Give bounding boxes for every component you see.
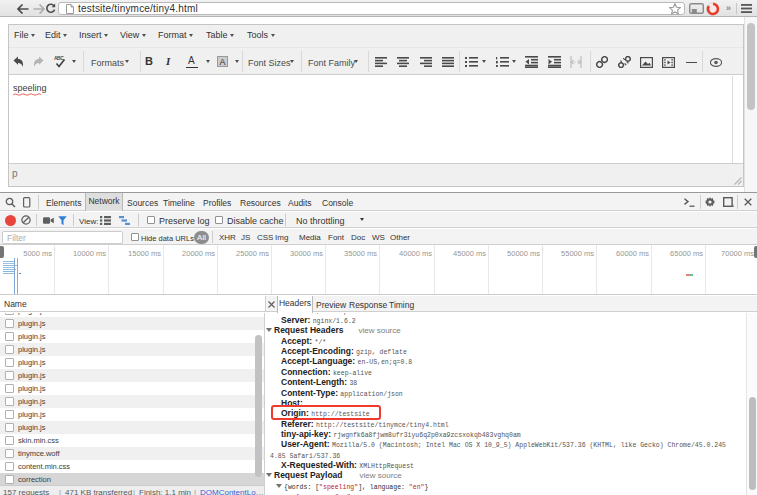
svg-text:ABC: ABC <box>54 55 64 61</box>
